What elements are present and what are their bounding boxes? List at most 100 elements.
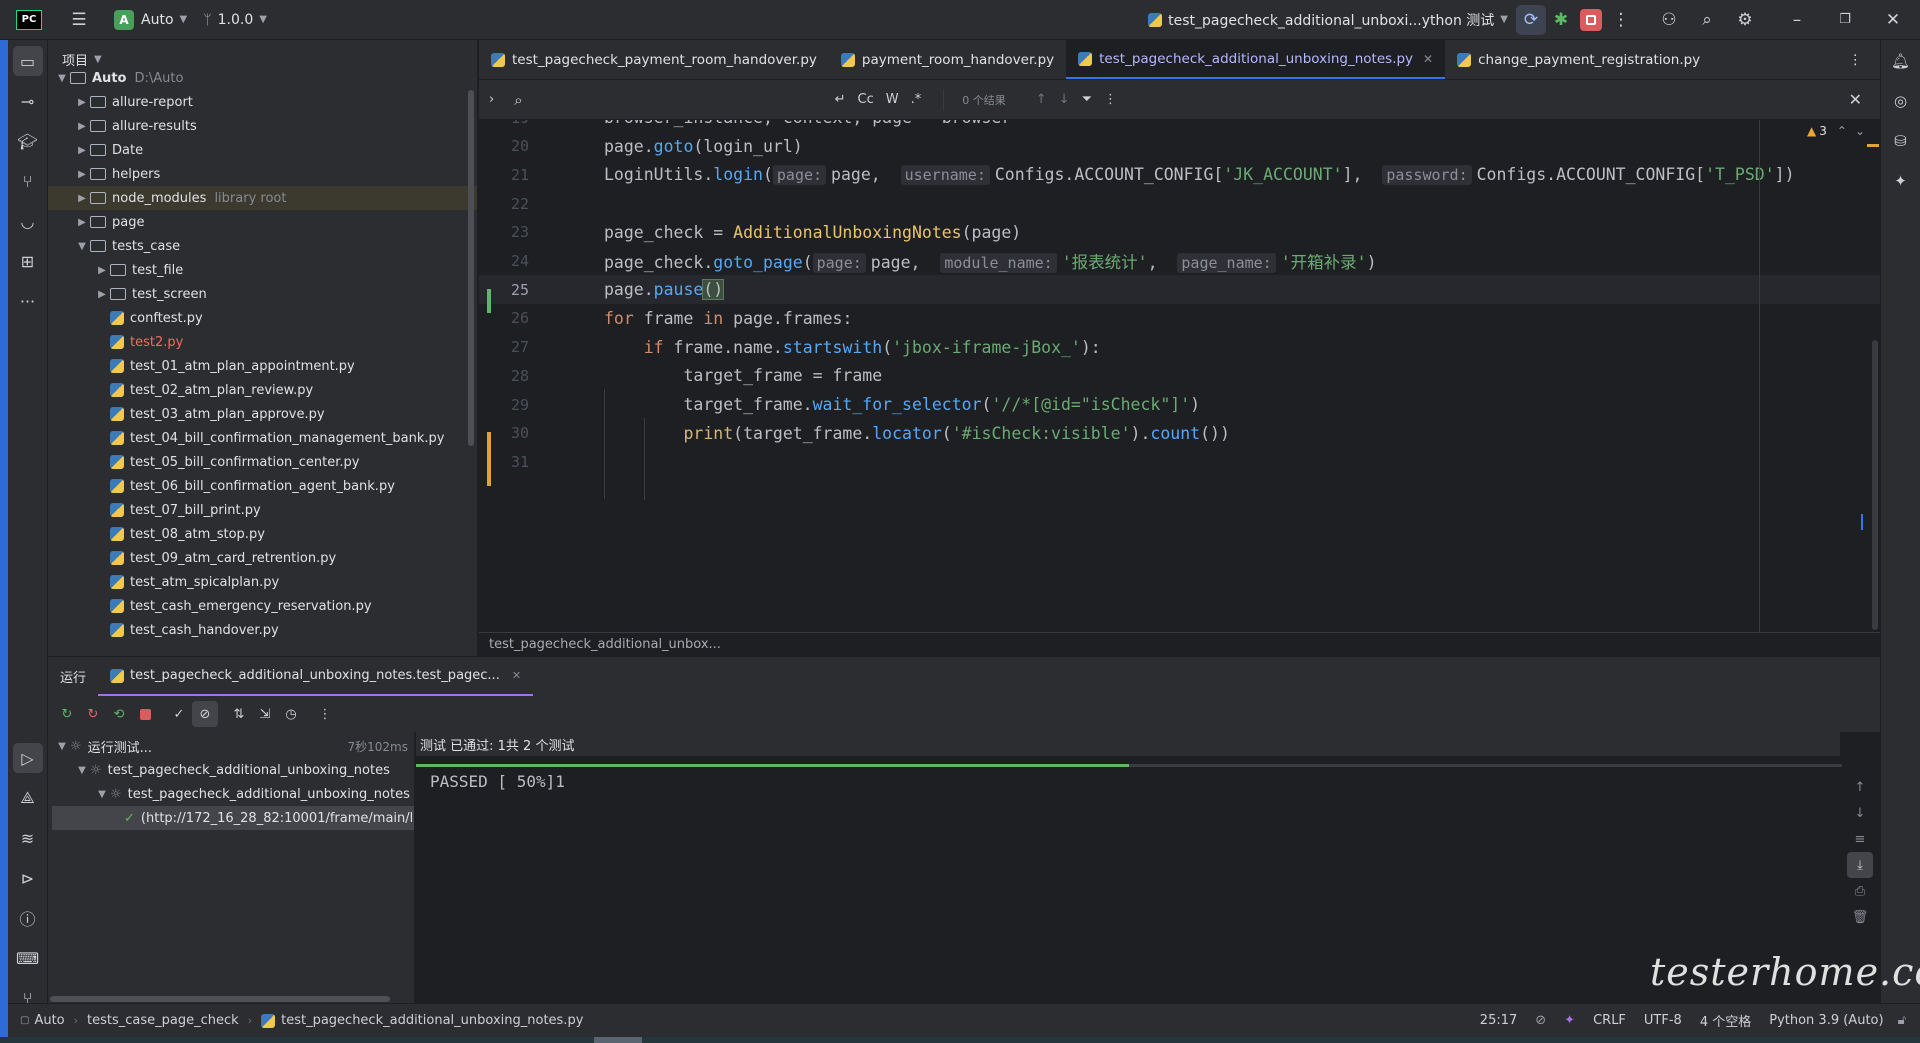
project-scrollbar[interactable] [468,90,474,446]
tree-item[interactable]: ▶ allure-results [48,114,477,138]
next-match-icon[interactable]: ↓ [1059,92,1070,107]
tree-item[interactable]: test_cash_handover.py [48,618,477,642]
editor-tab[interactable]: test_pagecheck_payment_room_handover.py [479,40,829,79]
code-line[interactable]: 20 page.goto(login_url) [479,132,1880,161]
readonly-toggle-icon[interactable]: ⊘ [1535,1013,1546,1028]
code-line[interactable]: 25 page.pause() [479,275,1880,305]
search-icon[interactable]: ⌕ [514,91,522,109]
more-tools-icon[interactable]: ··· [13,286,43,316]
branch-switcher[interactable]: ᛘ 1.0.0 ▼ [195,6,275,34]
history-icon[interactable]: ◷ [278,701,304,727]
tree-item[interactable]: ▶ page [48,210,477,234]
tree-item[interactable]: test_08_atm_stop.py [48,522,477,546]
clear-trash-icon[interactable]: 🗑︎ [1847,904,1873,930]
indent-setting[interactable]: 4 个空格 [1700,1011,1751,1030]
find-more-icon[interactable]: ⋮ [1104,92,1117,107]
tree-item[interactable]: test_03_atm_plan_approve.py [48,402,477,426]
tree-item[interactable]: test2.py [48,330,477,354]
test-tree-item[interactable]: ▼ ☼ test_pagecheck_additional_unboxing_not… [48,758,414,782]
git-icon[interactable]: ◡ [13,206,43,236]
tree-item[interactable]: conftest.py [48,306,477,330]
python-console-icon[interactable]: ⟁ [13,783,43,813]
console-output[interactable]: 测试 已通过: 1共 2 个测试 PASSED [ 50%]1 [416,732,1842,1003]
terminal-icon[interactable]: ⌨ [13,943,43,973]
match-case-toggle[interactable]: Cc [858,92,874,107]
project-folder-icon[interactable]: ▭ [12,46,43,76]
horizontal-scroll-thumb[interactable] [594,1037,642,1043]
code-line[interactable]: 30 print(target_frame.locator('#isCheck:… [479,419,1880,448]
tree-item[interactable]: ▶ Date [48,138,477,162]
tree-horizontal-scrollbar[interactable] [50,996,390,1002]
status-crumb-project[interactable]: Auto [34,1013,64,1028]
code-line[interactable]: 21 LoginUtils.login(page: page, username: C… [479,160,1880,189]
tree-item[interactable]: ▶ test_file [48,258,477,282]
copilot-icon[interactable]: ✦ [1886,166,1916,196]
run-config-tab[interactable]: test_pagecheck_additional_unboxing_notes… [98,657,534,696]
code-line[interactable]: 31 [479,447,1880,476]
tree-item[interactable]: test_cash_emergency_reservation.py [48,594,477,618]
show-ignored-icon[interactable]: ⊘ [192,701,218,727]
tabs-more-icon[interactable]: ⋮ [1837,40,1875,79]
line-separator[interactable]: CRLF [1593,1013,1626,1028]
show-passed-icon[interactable]: ✓ [166,701,192,727]
lock-icon[interactable]: 🔓︎ [1898,1013,1906,1028]
test-tree-item[interactable]: ▼ ☼ test_pagecheck_additional_unboxing_not… [48,782,414,806]
editor-tab[interactable]: change_payment_registration.py [1445,40,1712,79]
find-input[interactable] [534,92,835,107]
sort-icon[interactable]: ⇅ [226,701,252,727]
problems-icon[interactable]: ⓘ [13,903,43,933]
restore-icon[interactable]: ❐ [1830,5,1860,35]
pull-requests-icon[interactable]: ⑂ [13,166,43,196]
filter-icon[interactable]: ⏷ [1082,92,1092,107]
whole-word-toggle[interactable]: W [886,92,899,107]
code-line[interactable]: 29 target_frame.wait_for_selector('//*[@… [479,390,1880,419]
status-crumb-file[interactable]: test_pagecheck_additional_unboxing_notes… [281,1013,583,1028]
tree-item[interactable]: test_atm_spicalplan.py [48,570,477,594]
status-crumb-folder[interactable]: tests_case_page_check [87,1013,239,1028]
scroll-to-end-icon[interactable]: ⤓ [1847,852,1873,878]
more-options-icon[interactable]: ⋮ [312,701,338,727]
inspection-widget[interactable]: ▲ 3 ⌃ ⌄ [1807,124,1865,138]
tree-item[interactable]: test_02_atm_plan_review.py [48,378,477,402]
scroll-up-icon[interactable]: ↑ [1847,774,1873,800]
code-editor[interactable]: 19 browser_instance, context, page = brow… [479,120,1880,632]
ai-status-icon[interactable]: ✦ [1564,1013,1575,1028]
editor-breadcrumb[interactable]: test_pagecheck_additional_unbox... [479,632,1880,656]
ai-assistant-icon[interactable]: ◎ [1886,86,1916,116]
project-switcher[interactable]: A Auto ▼ [106,6,195,34]
close-tab-icon[interactable]: ✕ [1423,52,1433,66]
tree-item[interactable]: ▶ test_screen [48,282,477,306]
test-tree-item[interactable]: ✓ (http://172_16_28_82:10001/frame/main/l… [52,806,414,830]
editor-scrollbar[interactable] [1872,340,1878,630]
print-icon[interactable]: ⎙ [1847,878,1873,904]
python-interpreter[interactable]: Python 3.9 (Auto) [1769,1013,1883,1028]
cursor-position[interactable]: 25:17 [1480,1013,1517,1028]
expand-replace-icon[interactable]: › [489,92,494,107]
tree-item[interactable]: test_04_bill_confirmation_management_ban… [48,426,477,450]
chevron-up-icon[interactable]: ⌃ [1837,124,1847,138]
close-tab-icon[interactable]: ✕ [512,669,521,682]
minimize-icon[interactable]: – [1782,5,1812,35]
code-line[interactable]: 22 [479,189,1880,218]
tree-item[interactable]: ▶ node_modules library root [48,186,477,210]
tree-item[interactable]: test_01_atm_plan_appointment.py [48,354,477,378]
rerun-icon[interactable]: ⟳ [1516,4,1546,35]
toggle-auto-test-icon[interactable]: ⟲ [106,701,132,727]
search-icon[interactable]: ⌕ [1692,5,1722,35]
tree-item[interactable]: test_09_atm_card_retrention.py [48,546,477,570]
add-user-icon[interactable]: ⚇ [1654,5,1684,35]
tree-item[interactable]: test_05_bill_confirmation_center.py [48,450,477,474]
newline-toggle-icon[interactable]: ↵ [835,92,846,107]
import-tests-icon[interactable]: ⇲ [252,701,278,727]
soft-wrap-icon[interactable]: ≡ [1847,826,1873,852]
main-menu-icon[interactable]: ☰ [64,5,94,35]
tree-item[interactable]: ▶ allure-report [48,90,477,114]
editor-tab[interactable]: test_pagecheck_additional_unboxing_notes… [1066,40,1446,79]
rerun-icon[interactable]: ↻ [54,701,80,727]
code-line[interactable]: 23 page_check = AdditionalUnboxingNotes(p… [479,218,1880,247]
tree-item[interactable]: test_06_bill_confirmation_agent_bank.py [48,474,477,498]
code-line[interactable]: 26 for frame in page.frames: [479,304,1880,333]
database-icon[interactable]: ⛁ [1886,126,1916,156]
run-tab-label[interactable]: 运行 [48,657,98,696]
notifications-icon[interactable]: 🔔︎ [1886,46,1916,76]
